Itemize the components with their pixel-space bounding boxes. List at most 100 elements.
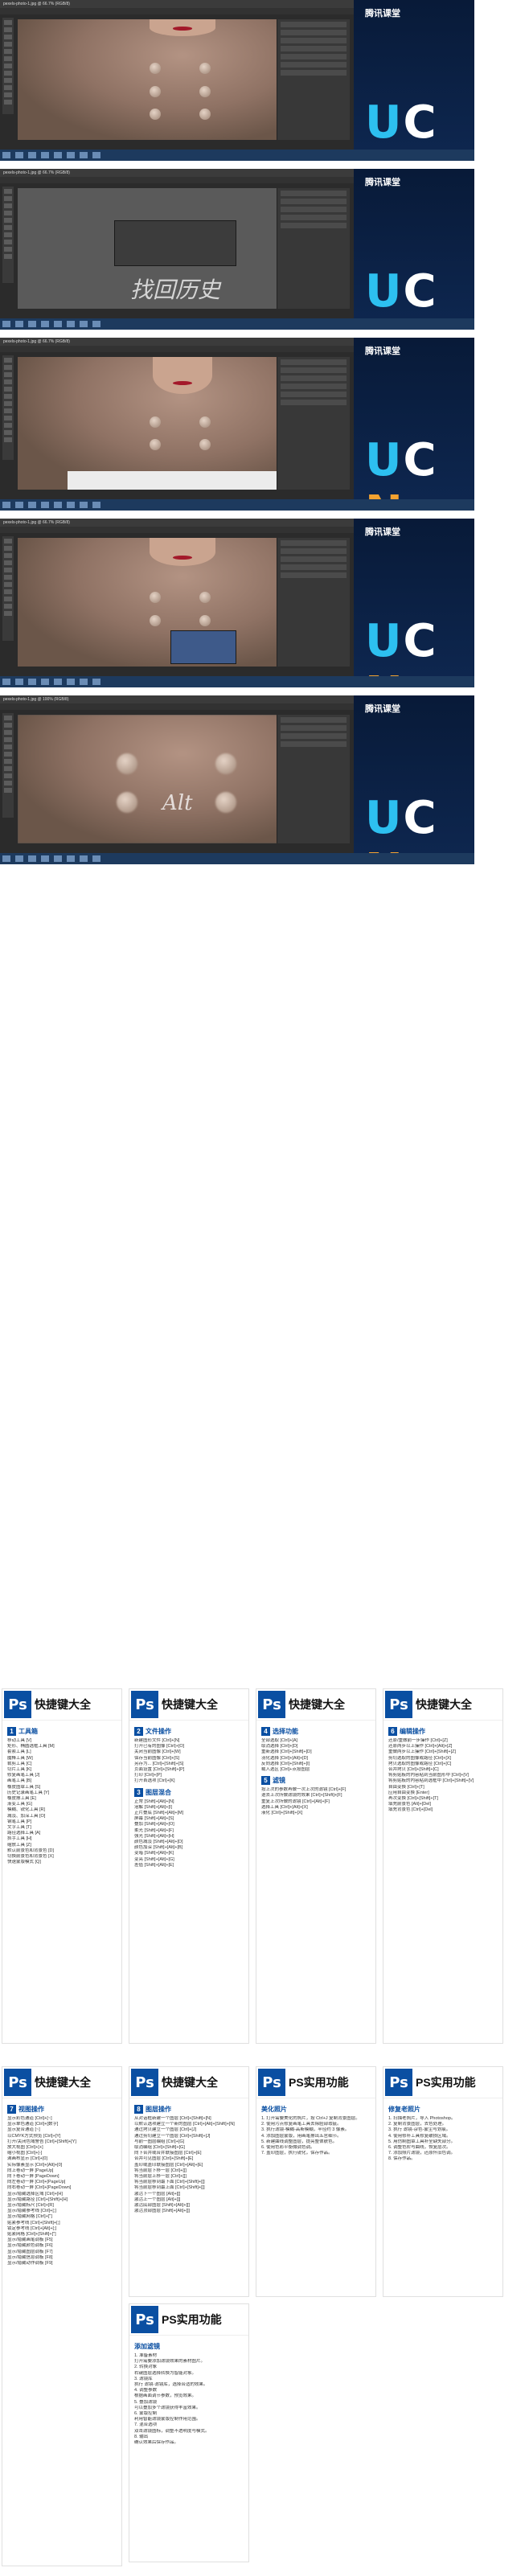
shortcut-line: 保存当前图像 [Ctrl]+[S] xyxy=(134,1755,180,1761)
shortcut-line: 2. 使用污点修复画笔工具去除脸部瑕疵。 xyxy=(261,2122,342,2127)
card-filter: Ps PS实用功能 添加滤镜 1. 准备素材 打开需要添加滤镜效果的素材图片。 2. … xyxy=(129,2303,249,2562)
shortcut-line: 反向选择 [Ctrl]+[Shift]+[I] xyxy=(261,1761,310,1766)
toolbox[interactable] xyxy=(2,18,14,114)
shortcut-line: 变亮 [Shift]+[Alt]+[G] xyxy=(134,1856,174,1862)
brand-logo: 腾讯课堂 xyxy=(365,704,400,714)
shortcut-line: 页面设置 [Ctrl]+[Shift]+[P] xyxy=(134,1767,185,1773)
card-view: Ps 快捷键大全 7 视图操作 显示彩色通道 [Ctrl]+[~] 显示单色通道 [C… xyxy=(2,2066,122,2566)
shortcut-line: 历史记录画笔工具 [Y] xyxy=(7,1790,50,1795)
toolbox[interactable] xyxy=(2,355,14,460)
shortcut-line: 4. 调整参数 xyxy=(134,2388,158,2393)
shortcut-line: 1. 准备素材 xyxy=(134,2353,158,2358)
shortcut-line: 橡皮图章工具 [S] xyxy=(7,1784,41,1790)
taskbar[interactable] xyxy=(0,318,474,330)
shortcut-line: 将当前层移到最下面 [Ctrl]+[Shift]+[[] xyxy=(134,2180,205,2185)
card-toolbox: Ps 快捷键大全 1 工具箱 移动工具 [V] 矩形、椭圆选框工具 [M] 套索工具 [… xyxy=(2,1688,122,2044)
shortcut-line: 5. 叠加滤镜 xyxy=(134,2399,158,2405)
shortcut-line: 将剪贴板的内容粘到当前图形中 [Ctrl]+[V] xyxy=(388,1773,470,1778)
shortcut-line: 3. 执行滤镜-模糊-高斯模糊，半径约 3 像素。 xyxy=(261,2127,350,2133)
shortcut-line: 6. 使用色彩平衡微调色调。 xyxy=(261,2145,315,2151)
brand-sidebar: 腾讯课堂 UCN xyxy=(354,338,474,511)
shortcut-line: 钢笔工具 [P] xyxy=(7,1819,32,1824)
shortcut-line: 取消选择 [Ctrl]+[D] xyxy=(261,1744,298,1749)
shortcut-line: 打开首选项 [Ctrl]+[K] xyxy=(134,1778,175,1784)
card-title: 快捷键大全 xyxy=(162,1698,218,1711)
taskbar[interactable] xyxy=(0,150,474,161)
shortcut-line: 贴紧网格 [Ctrl]+[Shift]+["] xyxy=(7,2232,56,2238)
card-lines: 新建图形文件 [Ctrl]+[N] 打开已有的图像 [Ctrl]+[O] 关闭当前图… xyxy=(134,1738,244,1785)
taskbar[interactable] xyxy=(0,676,474,687)
shortcut-line: 激活上一个图层 [Alt]+[]] xyxy=(134,2197,181,2202)
shortcut-line: 3. 执行 滤镜-杂色-蒙尘与划痕。 xyxy=(388,2127,451,2133)
toolbox[interactable] xyxy=(2,713,14,818)
preferences-dialog[interactable] xyxy=(114,220,236,266)
shortcut-line: 填充前景色 [Alt]+[Del] xyxy=(388,1802,432,1807)
shortcut-line: 激活下一个图层 [Alt]+[[] xyxy=(134,2191,181,2197)
navigator-thumbnail[interactable] xyxy=(170,630,236,664)
shortcut-line: 柔光 [Shift]+[Alt]+[F] xyxy=(134,1827,174,1833)
shortcut-line: 显示/隐藏颜色调板 [F6] xyxy=(7,2243,53,2249)
section-title: 滤镜 xyxy=(273,1777,285,1785)
shortcut-line: 退去上次所做滤镜的效果 [Ctrl]+[Shift]+[F] xyxy=(261,1793,342,1799)
section-title: 编辑操作 xyxy=(400,1728,425,1735)
ps-icon: Ps xyxy=(131,2069,158,2096)
shortcut-line: 7. 盖印图层，执行锐化，保存作品。 xyxy=(261,2151,333,2156)
section-title: 图层操作 xyxy=(146,2106,171,2113)
shortcut-line: 拷贝选取的图像或路径 [Ctrl]+[C] xyxy=(388,1761,452,1766)
shortcut-line: 4. 使用修补工具修复破损区域。 xyxy=(388,2133,451,2139)
shortcut-line: 2. 复制背景图层，去色处理。 xyxy=(388,2122,447,2127)
shortcut-line: 满画布显示 [Ctrl]+[0] xyxy=(7,2156,47,2162)
shortcut-line: 合并拷贝 [Ctrl]+[Shift]+[C] xyxy=(388,1767,439,1773)
shortcut-line: 将当前层上移一层 [Ctrl]+[]] xyxy=(134,2174,187,2180)
taskbar[interactable] xyxy=(0,499,474,511)
shortcut-line: 执行 滤镜-滤镜库，选择合适的效果。 xyxy=(134,2382,208,2388)
section-title: 图层混合 xyxy=(146,1788,171,1796)
shortcut-line: 渐变工具 [G] xyxy=(7,1802,32,1807)
shortcut-line: 实际像素显示 [Ctrl]+[Alt]+[0] xyxy=(7,2162,63,2168)
shortcut-line: 抓手工具 [H] xyxy=(7,1836,32,1842)
card-title: 快捷键大全 xyxy=(35,2076,91,2089)
taskbar[interactable] xyxy=(0,853,474,864)
layers-panel[interactable] xyxy=(277,19,350,140)
toolbox[interactable] xyxy=(2,536,14,641)
screenshot-3: pexels-photo-1.jpg @ 66.7% (RGB/8) 腾讯课堂 … xyxy=(0,338,474,511)
layers-panel[interactable] xyxy=(277,188,350,309)
shortcut-line: 按上次的参数再做一次上次的滤镜 [Ctrl]+[F] xyxy=(261,1787,347,1793)
shortcut-line: 新建图形文件 [Ctrl]+[N] xyxy=(134,1738,180,1743)
shortcut-line: 显示复合通道 [~] xyxy=(7,2127,40,2133)
shortcut-line: 7. 混合选项 xyxy=(134,2422,158,2428)
shortcut-line: 缩小视图 [Ctrl]+[-] xyxy=(7,2151,43,2156)
shortcut-line: 显示/隐藏标尺 [Ctrl]+[R] xyxy=(7,2203,54,2209)
shortcut-line: 应用自由变换 [Enter] xyxy=(388,1790,429,1795)
card-title: PS实用功能 xyxy=(289,2076,349,2089)
brand-sidebar: 腾讯课堂 UCN xyxy=(354,519,474,687)
layers-panel[interactable] xyxy=(277,357,350,490)
shortcut-line: 还原两步以上操作 [Ctrl]+[Alt]+[Z] xyxy=(388,1744,453,1749)
shortcut-line: 1. 打开需要美化的照片，按 Ctrl+J 复制背景图层。 xyxy=(261,2116,360,2121)
shortcut-line: 5. 新建曲线调整图层，提亮整体肤色。 xyxy=(261,2139,338,2144)
shortcut-line: 另存为... [Ctrl]+[Shift]+[S] xyxy=(134,1761,184,1766)
brand-logo: 腾讯课堂 xyxy=(365,9,400,18)
card-lines: 从对话框新建一个图层 [Ctrl]+[Shift]+[N] 以默认选项建立一个新的… xyxy=(134,2116,244,2214)
shortcut-line: 合并可见图层 [Ctrl]+[Shift]+[E] xyxy=(134,2156,194,2162)
layers-panel[interactable] xyxy=(277,538,350,667)
layers-panel[interactable] xyxy=(277,715,350,843)
shortcut-line: 向左卷动一屏 [Ctrl]+[PageUp] xyxy=(7,2180,66,2185)
shortcut-line: 向上卷动一屏 [PageUp] xyxy=(7,2168,54,2173)
shortcut-line: 1. 扫描老照片，导入 Photoshop。 xyxy=(388,2116,456,2121)
card-lines: 全部选取 [Ctrl]+[A] 取消选择 [Ctrl]+[D] 重新选择 [Ctrl… xyxy=(261,1738,371,1773)
shortcut-line: 自由变换 [Ctrl]+[T] xyxy=(388,1784,424,1790)
shortcut-line: 右键图层选择转换为智能对象。 xyxy=(134,2370,197,2376)
shortcut-line: 羽化选择 [Ctrl]+[Alt]+[D] xyxy=(261,1755,309,1761)
card-edit: Ps 快捷键大全 6 编辑操作 还原/重做前一步操作 [Ctrl]+[Z] 还原两步以… xyxy=(383,1688,503,2044)
card-file: Ps 快捷键大全 2 文件操作 新建图形文件 [Ctrl]+[N] 打开已有的图像 [… xyxy=(129,1688,249,2044)
toolbox[interactable] xyxy=(2,187,14,283)
card-lines: 显示彩色通道 [Ctrl]+[~] 显示单色通道 [Ctrl]+[数字] 显示复合通… xyxy=(7,2116,117,2266)
shortcut-line: 5. 用仿制图章工具补全缺失部分。 xyxy=(388,2139,456,2144)
shortcut-line: 显示/隐藏动作调板 [F9] xyxy=(7,2261,53,2266)
screenshot-2: pexels-photo-1.jpg @ 66.7% (RGB/8) 找回历史 … xyxy=(0,169,474,330)
card-lines: 1. 打开需要美化的照片，按 Ctrl+J 复制背景图层。 2. 使用污点修复画笔… xyxy=(261,2116,371,2156)
shortcut-line: 激活顶部图层 [Shift]+[Alt]+[]] xyxy=(134,2209,191,2214)
shortcut-line: 路径选择工具 [A] xyxy=(7,1831,41,1836)
shortcut-line: 8. 输出 xyxy=(134,2434,149,2439)
